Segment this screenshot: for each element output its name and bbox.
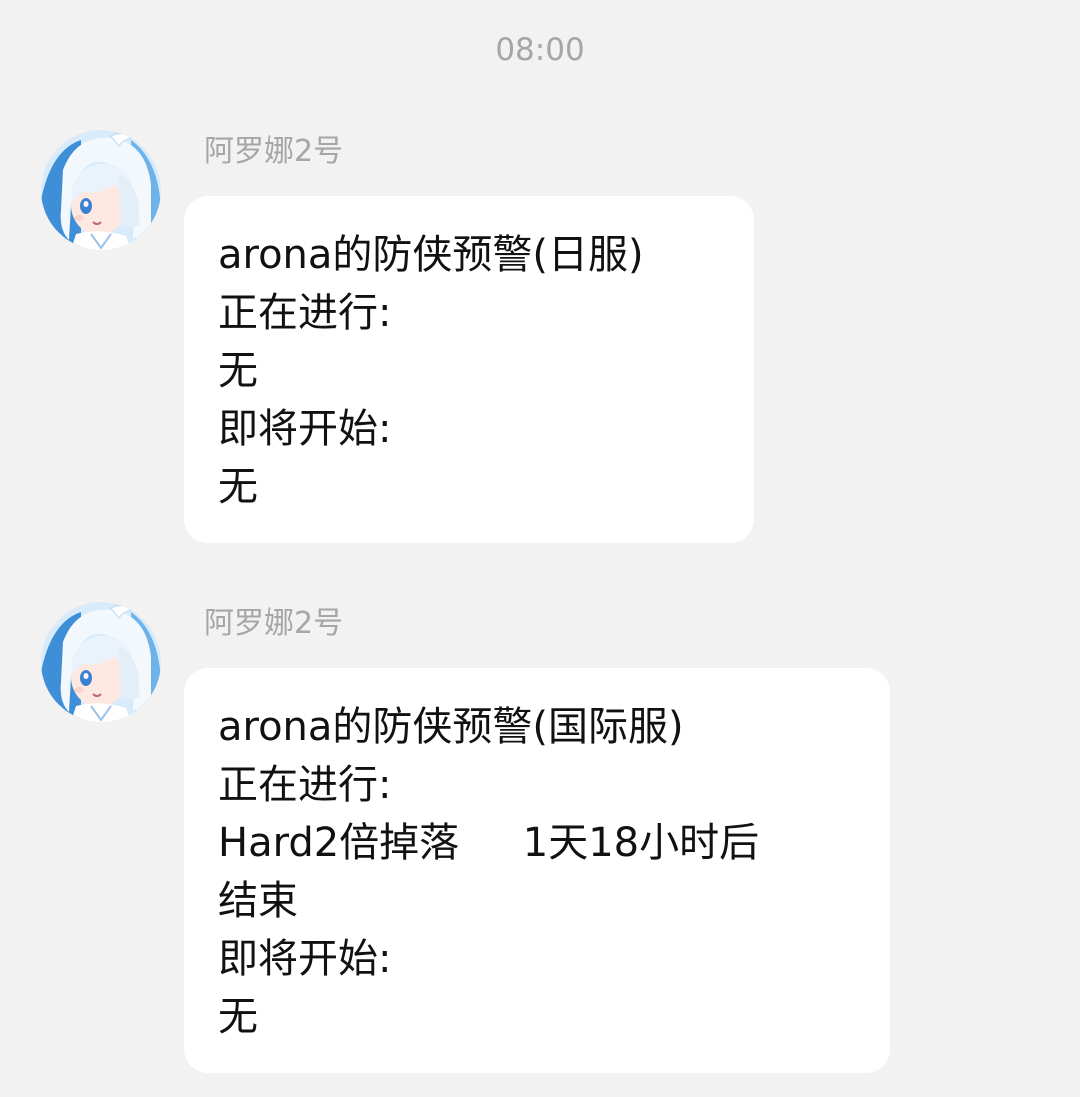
message-line: 正在进行: [218,762,392,808]
message-line: 无 [218,464,258,510]
message-bubble[interactable]: arona的防侠预警(国际服) 正在进行: Hard2倍掉落 1天18小时后 结… [184,668,890,1073]
avatar-image [41,130,161,250]
sender-name: 阿罗娜2号 [204,606,344,641]
message-timestamp: 08:00 [495,32,585,68]
message-bubble[interactable]: arona的防侠预警(日服) 正在进行: 无 即将开始: 无 [184,196,754,543]
avatar-icon[interactable] [41,130,161,250]
message-line: 无 [218,994,258,1040]
message-line: 即将开始: [218,936,392,982]
sender-name: 阿罗娜2号 [204,134,344,169]
message-title: arona的防侠预警(日服) [218,232,644,278]
message-line: 无 [218,348,258,394]
message-line: 结束 [218,878,298,924]
message-line: 即将开始: [218,406,392,452]
avatar-icon[interactable] [41,602,161,722]
message-line: 正在进行: [218,290,392,336]
message-line: Hard2倍掉落 1天18小时后 [218,820,760,866]
avatar-image [41,602,161,722]
message-title: arona的防侠预警(国际服) [218,704,684,750]
